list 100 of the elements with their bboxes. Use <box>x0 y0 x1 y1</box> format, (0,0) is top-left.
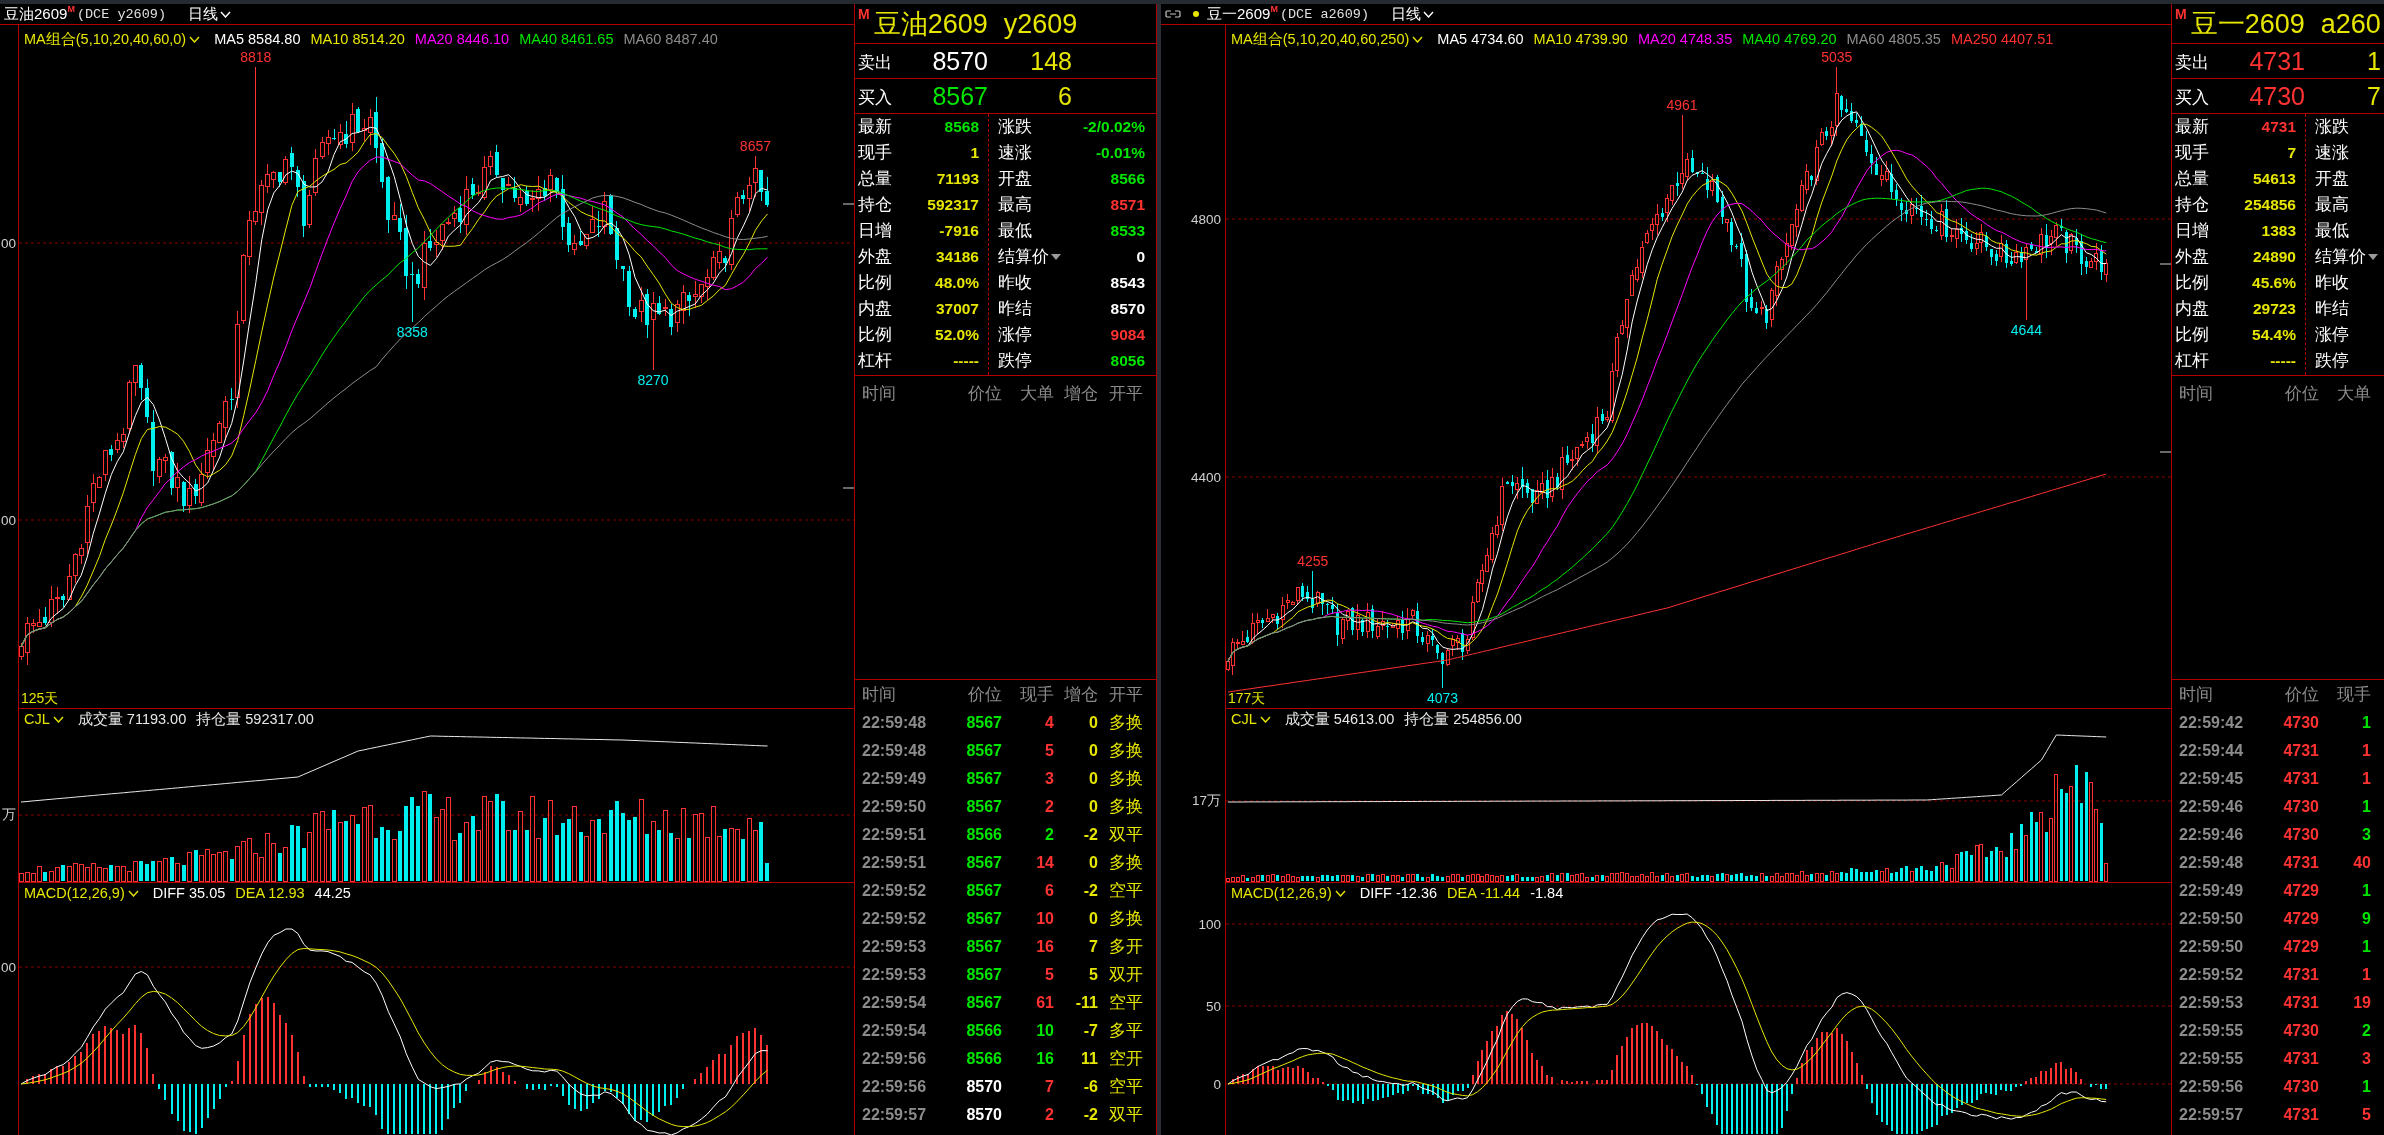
trade-time: 22:59:52 <box>2179 966 2245 984</box>
position-change: 0 <box>1089 770 1098 788</box>
ask-label: 卖出 <box>2175 52 2210 73</box>
column-header: 现手 <box>2337 683 2371 705</box>
stat-label[interactable]: 结算价 <box>2315 246 2378 268</box>
trade-volume: 1 <box>2362 742 2371 760</box>
moving-average-value: MA5 8584.80 <box>214 31 301 47</box>
macd-indicator-dropdown[interactable]: MACD(12,26,9) <box>1231 885 1346 901</box>
trade-type: 空平 <box>1108 992 1144 1013</box>
trade-time: 22:59:52 <box>862 882 928 900</box>
trade-type: 空平 <box>1108 880 1144 901</box>
column-header: 价位 <box>2285 383 2319 404</box>
column-header: 价位 <box>968 383 1002 404</box>
trade-price: 4731 <box>2283 994 2319 1012</box>
stat-value: 8533 <box>1110 222 1145 240</box>
period-dropdown[interactable]: 日线 <box>1389 4 1436 24</box>
trade-volume: 2 <box>1045 826 1054 844</box>
position-change: 11 <box>1081 1050 1098 1068</box>
macd-indicator-dropdown[interactable]: MACD(12,26,9) <box>24 885 139 901</box>
column-header: 现手 <box>1020 683 1054 705</box>
volume-stat-label: 持仓量 254856.00 <box>1404 709 1522 729</box>
stat-label: 比例 <box>2175 324 2209 345</box>
trade-volume: 3 <box>2362 826 2371 844</box>
stat-value: 8570 <box>1110 300 1145 318</box>
position-change: 0 <box>1089 910 1098 928</box>
trade-volume: 1 <box>2362 798 2371 816</box>
trade-type: 多换 <box>1108 712 1144 733</box>
axis-tick-label: 00 <box>0 235 16 251</box>
column-header: 时间 <box>2179 683 2213 705</box>
trade-time: 22:59:44 <box>2179 742 2245 760</box>
period-dropdown[interactable]: 日线 <box>186 4 233 24</box>
trade-time: 22:59:56 <box>862 1078 928 1096</box>
trade-volume: 19 <box>2353 994 2371 1012</box>
trade-volume: 61 <box>1036 994 1054 1012</box>
trade-time: 22:59:50 <box>2179 910 2245 928</box>
trade-time: 22:59:48 <box>862 742 928 760</box>
volume-indicator-dropdown[interactable]: CJL <box>1231 711 1271 727</box>
stat-label: 最新 <box>858 116 892 137</box>
moving-average-value: MA40 8461.65 <box>519 31 614 47</box>
trade-volume: 16 <box>1036 938 1054 956</box>
bid-volume: 6 <box>1058 81 1072 111</box>
trade-volume: 1 <box>2362 770 2371 788</box>
stat-value: 45.6% <box>2252 274 2296 292</box>
trade-time: 22:59:45 <box>2179 770 2245 788</box>
column-header: 时间 <box>2179 383 2213 404</box>
trade-volume: 1 <box>2362 938 2371 956</box>
column-header: 价位 <box>968 683 1002 705</box>
position-change: -2 <box>1083 882 1098 900</box>
trade-price: 8567 <box>966 994 1002 1012</box>
trade-volume: 10 <box>1036 1022 1054 1040</box>
trade-price: 8567 <box>966 938 1002 956</box>
link-icon[interactable] <box>1165 10 1181 18</box>
macd-value-label: DIFF 35.05 <box>152 885 226 901</box>
trade-time: 22:59:53 <box>862 938 928 956</box>
stat-value: ----- <box>953 352 979 370</box>
position-change: -6 <box>1083 1078 1098 1096</box>
trade-time: 22:59:53 <box>862 966 928 984</box>
high-price-label: 4255 <box>1297 552 1329 569</box>
column-header: 价位 <box>2285 683 2319 705</box>
stat-label: 昨结 <box>998 298 1032 319</box>
stat-value: 37007 <box>935 300 979 318</box>
stat-label: 涨停 <box>998 324 1032 345</box>
stat-label: 最低 <box>2315 220 2349 241</box>
trade-volume: 40 <box>2353 854 2371 872</box>
ask-volume: 148 <box>1030 46 1072 76</box>
trade-type: 多开 <box>1108 936 1144 957</box>
moving-average-value: MA10 4739.90 <box>1533 31 1628 47</box>
position-change: -7 <box>1083 1022 1098 1040</box>
volume-stat-label: 持仓量 592317.00 <box>196 709 314 729</box>
trade-price: 4729 <box>2283 938 2319 956</box>
trade-type: 多换 <box>1108 740 1144 761</box>
trade-time: 22:59:49 <box>862 770 928 788</box>
bid-label: 买入 <box>858 87 893 108</box>
stat-label: 外盘 <box>858 246 892 267</box>
volume-indicator-dropdown[interactable]: CJL <box>24 711 64 727</box>
chevron-down-icon <box>1423 10 1434 18</box>
indicator-dropdown[interactable]: MA组合(5,10,20,40,60,0) <box>24 29 201 49</box>
stat-value: 8543 <box>1110 274 1145 292</box>
column-header: 大单 <box>1020 383 1054 404</box>
trade-volume: 16 <box>1036 1050 1054 1068</box>
position-change: 0 <box>1089 714 1098 732</box>
stat-label[interactable]: 结算价 <box>998 246 1061 268</box>
axis-tick-label: 17万 <box>1191 792 1221 810</box>
trade-price: 8567 <box>966 798 1002 816</box>
trade-price: 4730 <box>2283 826 2319 844</box>
stat-label: 最高 <box>2315 194 2349 215</box>
moving-average-value: MA60 8487.40 <box>623 31 718 47</box>
trade-time: 22:59:50 <box>862 798 928 816</box>
column-header: 开平 <box>1108 383 1143 404</box>
indicator-dropdown[interactable]: MA组合(5,10,20,40,60,250) <box>1231 29 1424 49</box>
trade-volume: 1 <box>2362 1078 2371 1096</box>
stat-value: 8566 <box>1110 170 1145 188</box>
trade-price: 4731 <box>2283 1106 2319 1124</box>
volume-stat-label: 成交量 54613.00 <box>1284 709 1395 729</box>
trade-type: 多换 <box>1108 796 1144 817</box>
trade-price: 4731 <box>2283 770 2319 788</box>
trade-volume: 5 <box>1045 742 1054 760</box>
trade-volume: 2 <box>1045 1106 1054 1124</box>
low-price-label: 8270 <box>637 372 669 389</box>
ask-volume: 1 <box>2367 46 2381 76</box>
